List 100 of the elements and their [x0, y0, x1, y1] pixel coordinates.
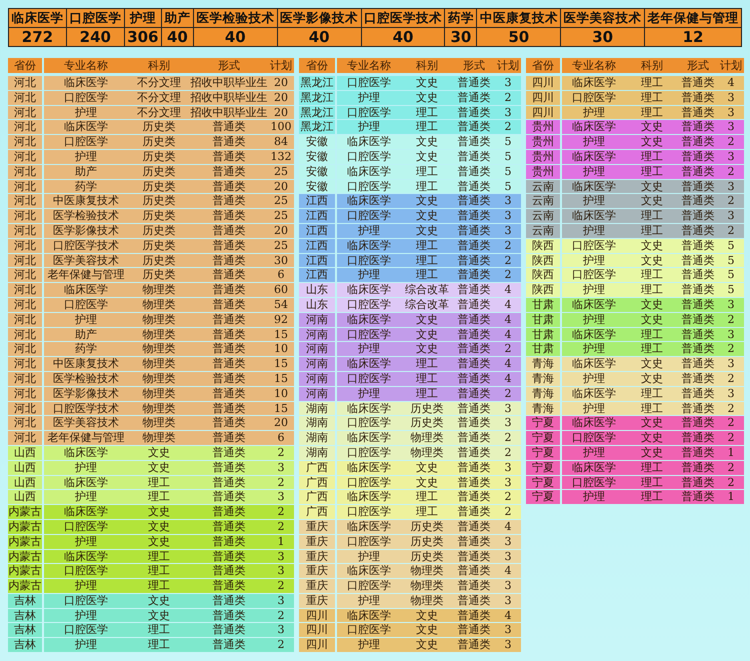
province-cell: 河北: [8, 357, 42, 371]
province-cell: 四川: [299, 608, 335, 622]
province-cell: 河北: [8, 164, 42, 179]
province-cell: 陕西: [526, 283, 560, 297]
table-cell: 普通类: [678, 476, 718, 490]
table-cell: 招收中职毕业生: [190, 106, 268, 120]
table-cell: 助产: [44, 328, 128, 342]
table-cell: 2: [718, 476, 744, 490]
table-cell: 历史类: [128, 150, 190, 164]
table-cell: 口腔医学: [44, 623, 128, 638]
table-cell: 物理类: [128, 312, 190, 327]
table-cell: 物理类: [128, 298, 190, 312]
table-cell: 理工: [128, 476, 190, 490]
table-cell: 30: [268, 254, 294, 268]
table-cell: 护理: [562, 135, 626, 149]
table-cell: 20: [268, 416, 294, 430]
province-cell: 青海: [526, 372, 560, 386]
plan-total: 240: [78, 28, 112, 46]
table-cell: 普通类: [453, 402, 495, 416]
table-cell: 护理: [337, 224, 401, 238]
table-cell: 普通类: [453, 209, 495, 223]
table-cell: 口腔医学: [44, 90, 128, 105]
table-cell: 2: [495, 120, 521, 134]
table-cell: 历史类: [128, 120, 190, 134]
table-cell: 物理类: [128, 372, 190, 386]
table-cell: 护理: [562, 164, 626, 179]
table-cell: 4: [495, 564, 521, 578]
province-cell: 山西: [8, 476, 42, 490]
table-cell: 口腔医学: [337, 372, 401, 386]
column-header: 科别: [626, 58, 678, 73]
table-cell: 理工: [626, 476, 678, 490]
table-cell: 文史: [401, 460, 453, 475]
table-cell: 文史: [128, 520, 190, 534]
province-cell: 湖南: [299, 431, 335, 445]
table-cell: 普通类: [190, 328, 268, 342]
table-cell: 临床医学: [337, 135, 401, 149]
table-cell: 护理: [562, 194, 626, 208]
table-cell: 理工: [626, 90, 678, 105]
table-cell: 药学: [44, 180, 128, 194]
table-cell: 25: [268, 194, 294, 208]
table-cell: 临床医学: [562, 180, 626, 194]
table-cell: 普通类: [453, 298, 495, 312]
province-cell: 宁夏: [526, 416, 560, 430]
table-cell: 普通类: [190, 608, 268, 622]
table-cell: 护理: [562, 224, 626, 238]
table-cell: 理工: [401, 268, 453, 282]
province-cell: 河北: [8, 283, 42, 297]
table-cell: 3: [495, 460, 521, 475]
table-cell: 普通类: [678, 298, 718, 312]
plan-total: 40: [308, 28, 331, 46]
table-cell: 护理: [562, 312, 626, 327]
table-cell: 理工: [128, 564, 190, 578]
table-cell: 文史: [626, 194, 678, 208]
plan-total: 306: [126, 28, 160, 46]
table-cell: 2: [495, 268, 521, 282]
table-cell: 物理类: [128, 342, 190, 356]
province-cell: 重庆: [299, 550, 335, 564]
table-cell: 1: [718, 446, 744, 460]
table-cell: 92: [268, 312, 294, 327]
table-cell: 文史: [626, 372, 678, 386]
province-cell: 河北: [8, 209, 42, 223]
table-cell: 口腔医学: [337, 579, 401, 593]
table-cell: 普通类: [190, 520, 268, 534]
table-cell: 普通类: [678, 372, 718, 386]
table-cell: 普通类: [453, 283, 495, 297]
table-cell: 口腔医学: [337, 180, 401, 194]
province-cell: 安徽: [299, 135, 335, 149]
table-cell: 历史类: [128, 268, 190, 282]
province-cell: 吉林: [8, 623, 42, 638]
table-cell: 普通类: [453, 268, 495, 282]
table-cell: 普通类: [678, 254, 718, 268]
table-cell: 普通类: [678, 209, 718, 223]
table-cell: 理工: [626, 76, 678, 90]
table-cell: 10: [268, 342, 294, 356]
table-cell: 护理: [44, 608, 128, 622]
table-cell: 普通类: [678, 180, 718, 194]
table-cell: 口腔医学技术: [44, 402, 128, 416]
plan-total: 30: [591, 28, 614, 46]
table-cell: 普通类: [678, 431, 718, 445]
province-cell: 内蒙古: [8, 505, 42, 519]
table-cell: 临床医学: [44, 120, 128, 134]
province-cell: 贵州: [526, 150, 560, 164]
table-cell: 普通类: [678, 283, 718, 297]
province-cell: 内蒙古: [8, 550, 42, 564]
table-cell: 25: [268, 238, 294, 253]
table-cell: 物理类: [401, 579, 453, 593]
province-cell: 黑龙江: [299, 120, 335, 134]
major-header: 中医康复技术: [477, 9, 560, 28]
table-cell: 医学美容技术: [44, 416, 128, 430]
table-cell: 文史: [401, 76, 453, 90]
table-cell: 医学检验技术: [44, 209, 128, 223]
major-header: 老年保健与管理: [645, 9, 741, 28]
table-cell: 口腔医学: [337, 254, 401, 268]
table-cell: 理工: [128, 623, 190, 638]
table-cell: 2: [268, 579, 294, 593]
table-cell: 20: [268, 224, 294, 238]
table-cell: 文史: [626, 312, 678, 327]
province-cell: 河北: [8, 402, 42, 416]
table-cell: 临床医学: [337, 194, 401, 208]
table-cell: 文史: [128, 608, 190, 622]
